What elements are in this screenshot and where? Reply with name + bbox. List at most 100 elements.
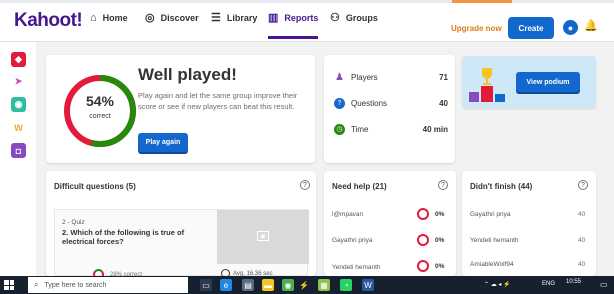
player-score: 0%	[435, 237, 445, 244]
stat-time-value: 40 min	[422, 124, 448, 134]
player-score: 40	[578, 211, 586, 218]
help-icon[interactable]: ?	[438, 180, 448, 190]
top-navigation: Kahoot! ⌂ Home ◎ Discover ☰ Library ▥ Re…	[0, 0, 614, 42]
taskbar-search-placeholder: Type here to search	[44, 281, 107, 289]
word-icon[interactable]: W	[362, 279, 374, 291]
app-switcher-rail: ◆ ➤ ◉ W ◘	[0, 42, 36, 276]
player-score: 0%	[435, 211, 445, 218]
help-icon[interactable]: ?	[300, 180, 310, 190]
didnt-finish-card: Didn't finish (44) ? Gayathri priya 40 Y…	[462, 171, 596, 276]
score-ring-icon	[417, 260, 429, 272]
question-icon: ?	[334, 97, 345, 109]
system-tray-icons[interactable]: ⌃ ☁ ◂ ⚡	[484, 281, 511, 288]
notification-icon[interactable]: ▭	[600, 280, 608, 289]
app-icon[interactable]: ⚡	[298, 279, 310, 291]
reports-icon: ▥	[268, 12, 279, 24]
list-item[interactable]: Yendeti hemanth	[470, 233, 519, 247]
nav-reports[interactable]: ▥ Reports	[268, 12, 319, 39]
stat-time: ◷ Time 40 min	[334, 122, 448, 136]
store-icon[interactable]: ▤	[242, 279, 254, 291]
question-text: 2. Which of the following is true of ele…	[62, 228, 185, 246]
hero-description: Play again and let the same group improv…	[138, 91, 298, 111]
player-score: 40	[578, 261, 586, 268]
need-help-card: Need help (21) ? l@mpavan 0% Gayathri pr…	[324, 171, 456, 276]
view-podium-button[interactable]: View podium	[516, 72, 580, 92]
player-score: 40	[578, 237, 586, 244]
upgrade-link[interactable]: Upgrade now	[451, 24, 502, 33]
question-type: 2 - Quiz	[62, 219, 85, 226]
taskbar-search-input[interactable]: ⌕ Type here to search	[28, 277, 188, 293]
score-ring-icon	[417, 208, 429, 220]
create-button[interactable]: Create	[508, 17, 554, 39]
nav-home[interactable]: ⌂ Home	[90, 13, 128, 39]
task-view-icon[interactable]: ▭	[200, 279, 212, 291]
list-item[interactable]: AmiableWolf94	[470, 257, 514, 271]
player-name: Yendeti hemanth	[332, 263, 381, 271]
question-image-placeholder: ▣	[217, 210, 309, 264]
nav-groups[interactable]: ⚇ Groups	[330, 13, 378, 39]
dragonbox-app-icon[interactable]: ➤	[11, 74, 26, 89]
list-item[interactable]: Gayathri priya	[470, 207, 510, 221]
help-icon[interactable]: ?	[578, 180, 588, 190]
player-name: Yendeti hemanth	[470, 236, 519, 244]
list-item[interactable]: Gayathri priya	[332, 233, 372, 247]
home-icon: ⌂	[90, 12, 97, 24]
percent-correct-label: correct	[89, 113, 111, 120]
stat-players-value: 71	[439, 72, 448, 82]
player-icon: ♟	[335, 71, 344, 83]
avatar[interactable]: ●	[563, 20, 578, 35]
trophy-icon	[469, 68, 505, 102]
time-icon: ◷	[334, 123, 345, 135]
nav-library[interactable]: ☰ Library	[211, 13, 257, 39]
bell-icon[interactable]: 🔔	[584, 19, 598, 32]
chrome-icon[interactable]: ◉	[282, 279, 294, 291]
nav-groups-label: Groups	[345, 13, 378, 23]
list-item[interactable]: l@mpavan	[332, 207, 363, 221]
stats-card: ♟ Players 71 ? Questions 40 ◷ Time 40 mi…	[324, 55, 455, 163]
app-icon[interactable]: ▦	[318, 279, 330, 291]
didnt-finish-title: Didn't finish (44)	[470, 182, 533, 191]
windows-taskbar: ⌕ Type here to search ▭ e ▤ ▬ ◉ ⚡ ▦ ◔ W …	[0, 276, 614, 294]
correct-donut-chart	[64, 75, 136, 147]
player-name: Gayathri priya	[332, 236, 373, 244]
page-title: Well played!	[138, 65, 237, 84]
stat-time-label: Time	[351, 124, 369, 134]
stat-players-label: Players	[351, 72, 378, 82]
kahoot-app-icon[interactable]: ◆	[11, 52, 26, 67]
list-icon: ☰	[211, 12, 221, 24]
player-name: Gayathri priya	[470, 210, 511, 218]
result-summary-card: 54% correct Well played! Play again and …	[46, 55, 315, 163]
image-icon: ▣	[257, 231, 269, 241]
top-divider	[0, 0, 614, 3]
player-score: 0%	[435, 263, 445, 270]
compass-icon: ◎	[145, 12, 155, 24]
podium-card: View podium	[462, 56, 596, 108]
stat-questions-value: 40	[439, 98, 448, 108]
drops-app-icon[interactable]: ◉	[11, 97, 26, 112]
kahoot-logo[interactable]: Kahoot!	[14, 10, 83, 32]
nav-library-label: Library	[226, 13, 258, 23]
play-again-button[interactable]: Play again	[138, 133, 188, 152]
nav-home-label: Home	[102, 13, 128, 23]
clock[interactable]: 10:55	[566, 279, 581, 285]
file-explorer-icon[interactable]: ▬	[262, 279, 274, 291]
difficult-questions-title: Difficult questions (5)	[54, 182, 136, 191]
actimo-app-icon[interactable]: ◘	[11, 143, 26, 158]
difficult-questions-card: Difficult questions (5) ? 2 - Quiz 2. Wh…	[46, 171, 316, 280]
score-ring-icon	[417, 234, 429, 246]
list-item[interactable]: Yendeti hemanth	[332, 260, 381, 274]
player-name: AmiableWolf94	[470, 260, 514, 268]
groups-icon: ⚇	[330, 12, 340, 24]
player-name: l@mpavan	[332, 210, 364, 218]
poio-app-icon[interactable]: W	[11, 120, 26, 135]
edge-icon[interactable]: e	[220, 279, 232, 291]
whatsapp-icon[interactable]: ◔	[340, 279, 352, 291]
windows-start-icon[interactable]	[4, 280, 14, 290]
nav-discover[interactable]: ◎ Discover	[145, 13, 199, 39]
nav-reports-label: Reports	[284, 13, 319, 23]
language-indicator[interactable]: ENG	[542, 281, 555, 287]
stat-questions-label: Questions	[351, 98, 388, 108]
top-accent-bar	[452, 0, 512, 3]
question-card[interactable]: 2 - Quiz 2. Which of the following is tr…	[54, 209, 309, 280]
percent-correct-value: 54%	[85, 93, 115, 109]
